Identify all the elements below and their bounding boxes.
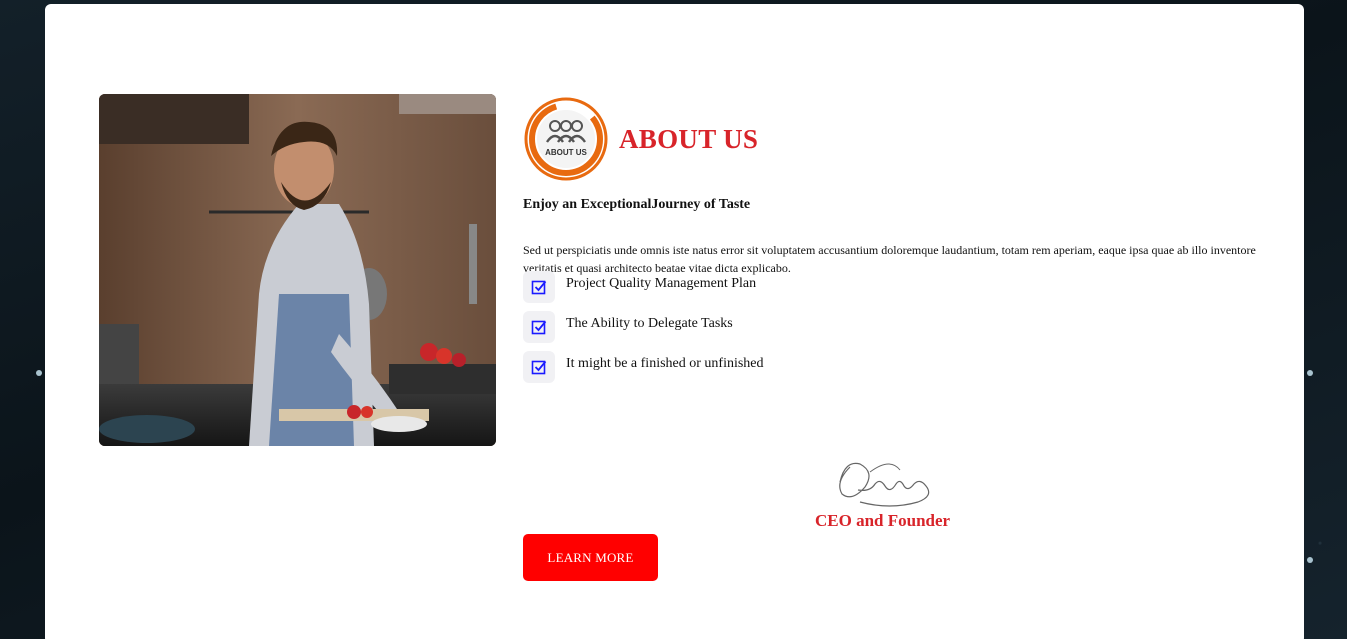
background-dot	[1307, 370, 1313, 376]
feature-list: Project Quality Management Plan The Abil…	[523, 271, 764, 391]
signature-role: CEO and Founder	[815, 511, 951, 530]
about-section-card: ABOUT US ABOUT US Enjoy an ExceptionalJo…	[45, 4, 1304, 639]
logo-text: ABOUT US	[545, 148, 587, 157]
feature-label: Project Quality Management Plan	[566, 276, 757, 291]
checkbox-icon	[523, 271, 555, 303]
section-subheading: Enjoy an ExceptionalJourney of Taste	[523, 197, 751, 212]
checkbox-icon	[523, 351, 555, 383]
learn-more-button[interactable]: LEARN MORE	[523, 534, 658, 581]
chef-photo	[99, 94, 496, 446]
section-title: ABOUT US	[619, 123, 759, 154]
about-us-logo: ABOUT US	[524, 97, 608, 181]
signature-image	[839, 462, 930, 507]
feature-label: The Ability to Delegate Tasks	[566, 316, 733, 331]
feature-item: The Ability to Delegate Tasks	[523, 311, 764, 343]
background-dot	[1307, 557, 1313, 563]
checkbox-icon	[523, 311, 555, 343]
feature-item: Project Quality Management Plan	[523, 271, 764, 303]
background-dot	[36, 370, 42, 376]
feature-label: It might be a finished or unfinished	[566, 356, 764, 371]
about-header: ABOUT US ABOUT US	[523, 96, 758, 182]
feature-item: It might be a finished or unfinished	[523, 351, 764, 383]
